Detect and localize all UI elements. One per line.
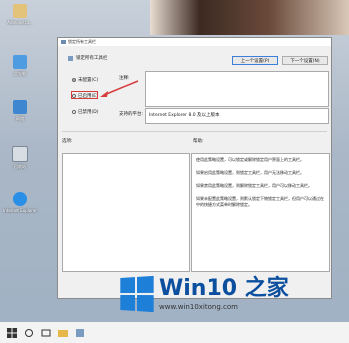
desktop-icon-user[interactable]: Administra...: [2, 4, 38, 25]
network-icon: [13, 100, 27, 114]
comment-label: 注释:: [119, 76, 130, 81]
dialog-titlebar[interactable]: 锁定所有工具栏: [58, 38, 331, 46]
watermark-title: Win10 之家: [159, 276, 289, 301]
dialog-title: 锁定所有工具栏: [68, 39, 96, 44]
policy-icon: [68, 55, 73, 61]
radio-dot: [72, 78, 76, 82]
wallpaper-photo: [150, 0, 349, 35]
radio-not-configured[interactable]: 未配置(C): [72, 77, 98, 83]
next-setting-button[interactable]: 下一个设置(N): [282, 56, 328, 65]
radio-label: 未配置(C): [78, 78, 99, 83]
taskbar: [0, 322, 349, 343]
options-panel: [62, 153, 190, 272]
desktop-icon-internet-explorer[interactable]: Internet Explorer: [2, 192, 38, 213]
search-button[interactable]: [23, 327, 34, 338]
help-panel: 使用此策略设置，可以锁定或解除锁定用户界面上的工具栏。 如果启用此策略设置，则锁…: [191, 153, 330, 272]
supported-platform-value: Internet Explorer 8.0 及以上版本: [149, 113, 220, 118]
computer-icon: [13, 55, 27, 69]
win10-watermark: Win10 之家 www.win10xitong.com: [119, 271, 341, 317]
search-icon: [24, 328, 33, 337]
help-paragraph: 使用此策略设置，可以锁定或解除锁定用户界面上的工具栏。: [196, 157, 304, 162]
taskbar-app[interactable]: [57, 327, 68, 338]
help-label: 帮助:: [193, 139, 204, 144]
help-paragraph: 如果禁用此策略设置，则解除锁定工具栏，用户可以移动工具栏。: [196, 183, 312, 188]
policy-setting-dialog: 锁定所有工具栏 锁定所有工具栏 上一个设置(P) 下一个设置(N) 未配置(C)…: [57, 37, 332, 299]
desktop-icon-this-pc[interactable]: 此电脑: [2, 55, 38, 76]
policy-editor-icon: [75, 328, 84, 337]
divider: [62, 131, 327, 132]
user-folder-icon: [13, 4, 27, 18]
windows-logo-icon: [120, 275, 154, 313]
desktop-icon-recycle-bin[interactable]: 回收站: [2, 146, 38, 169]
internet-explorer-icon: [13, 192, 27, 206]
recycle-bin-icon: [12, 146, 28, 162]
task-view-icon: [41, 329, 50, 336]
desktop-icon-label: Internet Explorer: [3, 208, 37, 213]
task-view-button[interactable]: [40, 327, 51, 338]
policy-heading-text: 锁定所有工具栏: [76, 56, 108, 61]
desktop-icon-label: 回收站: [14, 164, 26, 169]
desktop-icon-network[interactable]: 网络: [2, 100, 38, 121]
policy-heading: 锁定所有工具栏: [68, 55, 108, 61]
radio-dot: [72, 110, 76, 114]
options-label: 选项:: [62, 139, 73, 144]
previous-setting-button[interactable]: 上一个设置(P): [232, 56, 278, 65]
desktop-icon-label: Administra...: [7, 20, 33, 25]
radio-disabled[interactable]: 已禁用(D): [72, 109, 98, 115]
supported-platform-field: Internet Explorer 8.0 及以上版本: [145, 108, 329, 124]
desktop-icon-label: 此电脑: [14, 71, 26, 76]
taskbar-app[interactable]: [74, 327, 85, 338]
file-explorer-icon: [57, 329, 68, 337]
windows-start-icon: [6, 327, 17, 338]
help-paragraph: 如果未配置此策略设置，则默认锁定下物锁定工具栏，但用户可以通过在中的快捷方式菜单…: [196, 196, 324, 207]
desktop-icon-label: 网络: [16, 116, 24, 121]
watermark-url: www.win10xitong.com: [159, 303, 238, 311]
radio-label: 已禁用(D): [78, 110, 99, 115]
help-paragraph: 如果启用此策略设置，则锁定工具栏，用户无法移动工具栏。: [196, 170, 304, 175]
start-button[interactable]: [6, 327, 17, 338]
highlight-box: [71, 91, 98, 99]
policy-icon: [61, 40, 66, 44]
comment-textarea[interactable]: [145, 71, 329, 107]
support-label: 支持的平台:: [119, 112, 144, 117]
